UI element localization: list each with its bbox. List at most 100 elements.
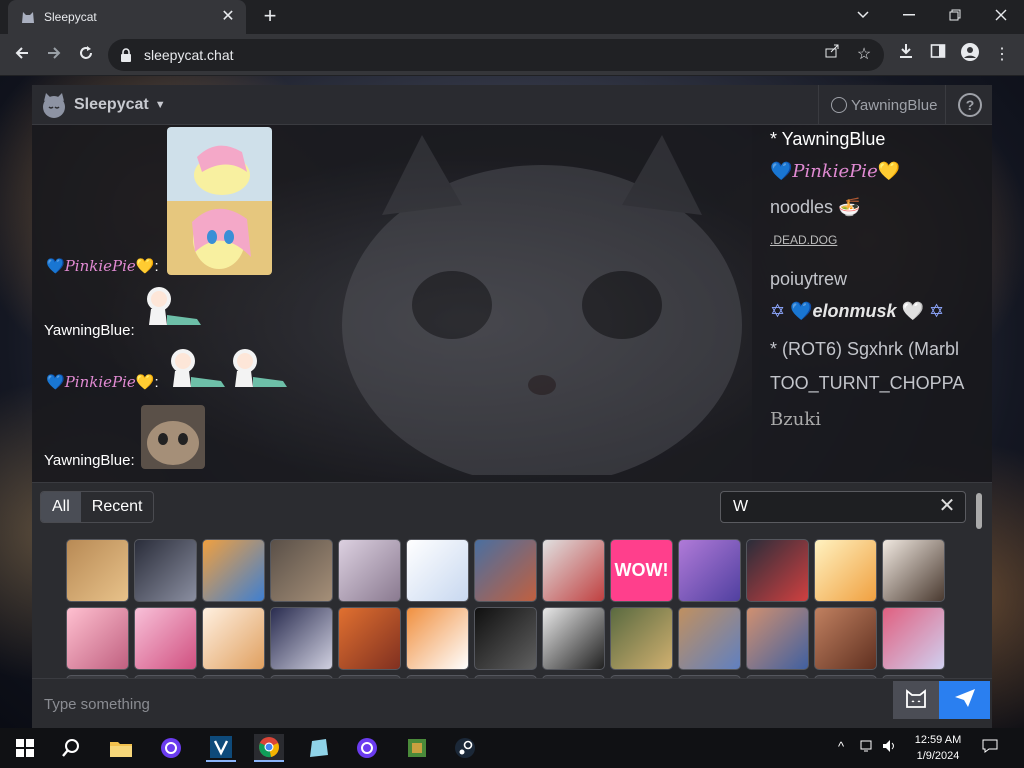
emote-tile[interactable] [882,539,945,602]
emote-tile[interactable] [678,539,741,602]
volume-icon[interactable] [882,739,898,756]
emote-picker-button[interactable] [893,681,939,719]
blue-heart-icon: 💙 [46,374,65,391]
app-crystal-icon[interactable] [304,734,334,762]
app-purple-2-icon[interactable] [352,734,382,762]
chrome-icon[interactable] [254,734,284,762]
tab-close-icon[interactable]: ✕ [220,9,236,25]
message-author[interactable]: YawningBlue: [44,452,135,469]
file-explorer-icon[interactable] [106,734,136,762]
user-list-item[interactable]: TOO_TURNT_CHOPPA [770,373,964,394]
emote-tile[interactable] [270,539,333,602]
windows-taskbar: ^ 12:59 AM 1/9/2024 [0,728,1024,768]
picker-scrollbar[interactable] [976,493,982,529]
cat-background-image [342,135,742,475]
side-panel-icon[interactable] [926,43,950,67]
message-author[interactable]: YawningBlue: [44,322,135,339]
user-list-item[interactable]: noodles 🍜 [770,197,860,218]
emote-tile[interactable] [338,539,401,602]
star-of-david-icon: ✡ [929,301,945,321]
emote-tile[interactable] [542,539,605,602]
emote-search-input[interactable] [720,491,966,523]
reload-icon[interactable] [74,43,98,67]
chibi-emote-image[interactable] [141,285,203,329]
wow-emote-tile[interactable]: WOW! [610,539,673,602]
message-author[interactable]: 💙PinkiePie💛: [46,373,159,391]
tab-all[interactable]: All [41,492,81,522]
emote-tile[interactable] [338,607,401,670]
system-clock[interactable]: 12:59 AM 1/9/2024 [910,732,966,764]
emote-tile[interactable] [746,539,809,602]
new-tab-button[interactable]: + [258,5,282,29]
emote-tile[interactable] [474,607,537,670]
emote-tile[interactable] [134,539,197,602]
emote-tile[interactable] [678,607,741,670]
chibi-emote-image[interactable] [165,347,227,391]
clear-search-icon[interactable]: ✕ [936,495,958,517]
address-bar[interactable]: sleepycat.chat ☆ [108,39,884,71]
restore-icon[interactable] [932,0,978,30]
brand-menu[interactable]: Sleepycat ▼ [40,91,166,119]
message-input[interactable] [32,679,892,728]
search-icon[interactable] [56,734,86,762]
game-app-icon[interactable] [402,734,432,762]
blue-heart-icon: 💙 [790,301,813,321]
emote-tile[interactable] [134,607,197,670]
cat-emote-image[interactable] [140,405,205,469]
download-icon[interactable] [894,43,918,67]
steam-icon[interactable] [450,734,480,762]
current-user-button[interactable]: YawningBlue [818,85,946,125]
user-list-item[interactable]: .DEAD.DOG [770,233,837,247]
user-list-item[interactable]: * (ROT6) Sgxhrk (Marbl [770,339,959,360]
send-icon [954,688,976,713]
fluttershy-emote-image[interactable] [166,127,272,275]
minimize-icon[interactable] [886,0,932,30]
profile-icon[interactable] [958,43,982,67]
emote-tile[interactable] [882,607,945,670]
emote-tile[interactable] [814,539,877,602]
tab-search-chevron-icon[interactable] [840,0,886,30]
user-list-item[interactable]: poiuytrew [770,269,847,290]
user-icon [831,97,847,113]
tray-chevron-icon[interactable]: ^ [838,739,844,754]
emote-tile[interactable] [270,607,333,670]
emote-tile[interactable] [202,607,265,670]
emote-tile[interactable] [542,607,605,670]
picker-tabs: All Recent [40,491,155,523]
emote-tile[interactable] [66,607,129,670]
clock-time: 12:59 AM [914,734,962,746]
tab-recent[interactable]: Recent [81,492,154,522]
emote-tile[interactable] [406,539,469,602]
user-list-item[interactable]: Bzuki [770,409,821,430]
message-item: YawningBlue: [44,285,203,339]
browser-tab[interactable]: Sleepycat ✕ [8,0,246,34]
emote-tile[interactable] [474,539,537,602]
notifications-icon[interactable] [982,739,998,756]
chibi-emote-image[interactable] [227,347,289,391]
close-window-icon[interactable] [978,0,1024,30]
send-button[interactable] [939,681,990,719]
emote-tile[interactable] [202,539,265,602]
message-author[interactable]: 💙PinkiePie💛: [46,257,159,275]
emote-tile[interactable] [814,607,877,670]
emote-tile[interactable] [406,607,469,670]
network-icon[interactable] [860,739,876,756]
emote-tile[interactable] [746,607,809,670]
yellow-heart-icon: 💛 [135,258,155,275]
share-icon[interactable] [820,43,844,67]
kebab-menu-icon[interactable]: ⋮ [990,43,1014,67]
help-icon[interactable]: ? [958,93,982,117]
app-purple-icon[interactable] [156,734,186,762]
emote-tile[interactable] [66,539,129,602]
bookmark-star-icon[interactable]: ☆ [852,43,876,67]
v-editor-icon[interactable] [206,734,236,762]
tab-title: Sleepycat [44,10,97,24]
emote-tile[interactable] [610,607,673,670]
user-list-item[interactable]: * YawningBlue [770,129,885,150]
forward-arrow-icon[interactable] [42,43,66,67]
user-list-item[interactable]: 💙PinkiePie💛 [770,161,900,182]
message-list[interactable]: 💙PinkiePie💛: YawningBlue: 💙PinkiePie💛: Y… [32,125,752,482]
user-list-item[interactable]: ✡ 💙elonmusk 🤍 ✡ [770,301,944,322]
back-arrow-icon[interactable] [10,43,34,67]
windows-start-icon[interactable] [10,734,40,762]
